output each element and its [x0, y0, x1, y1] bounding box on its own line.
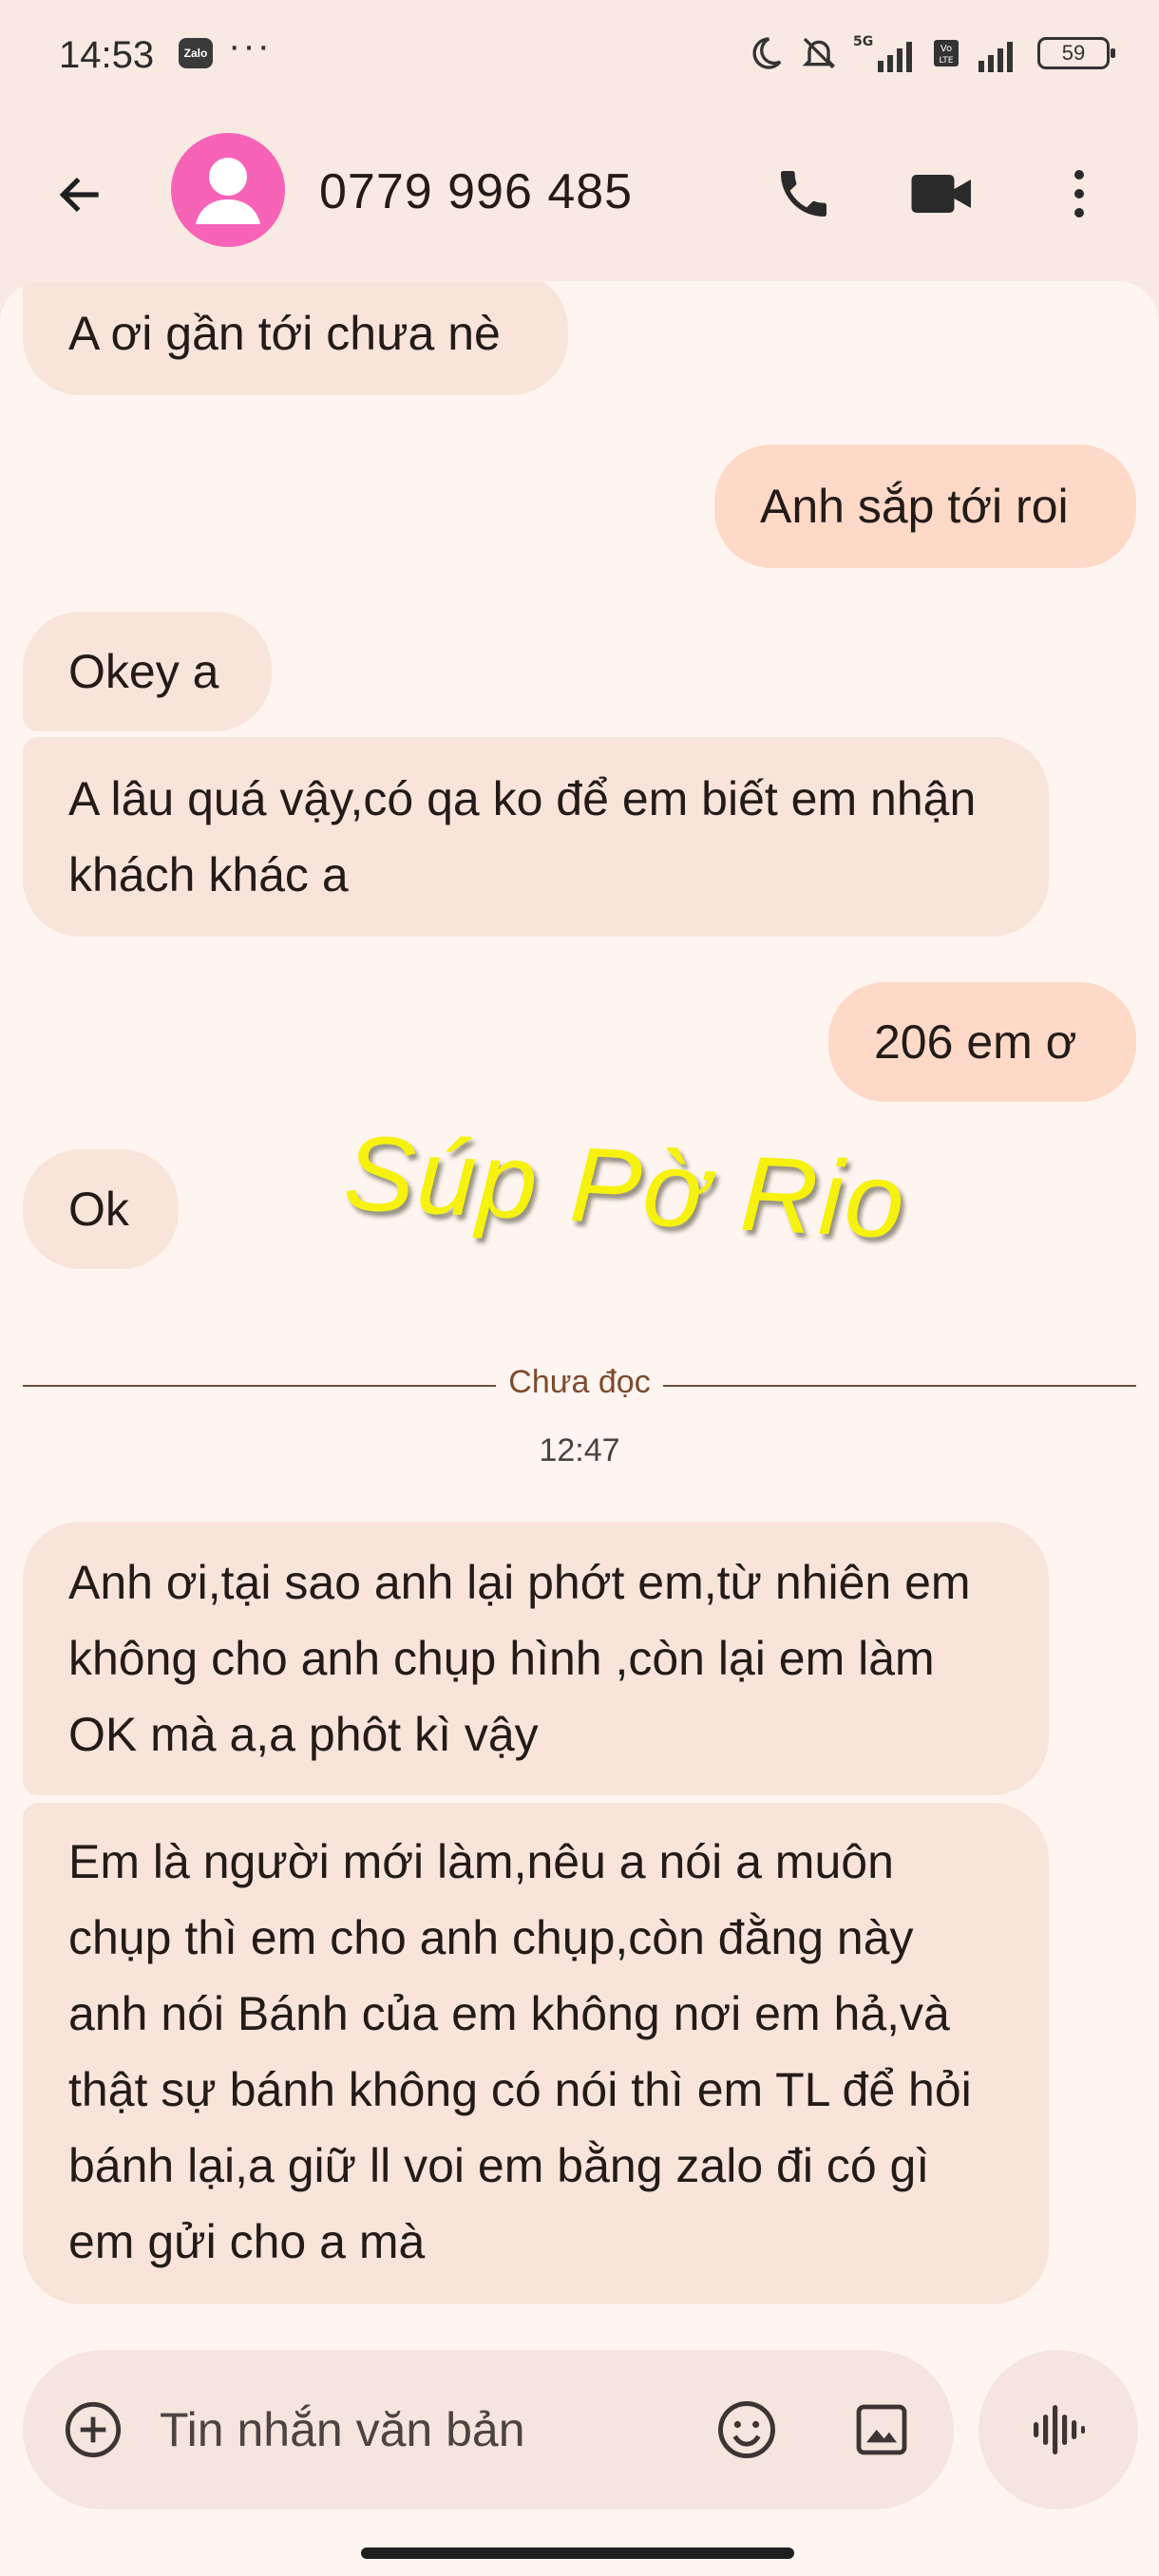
message-text: Anh sắp tới roi [760, 480, 1069, 533]
svg-text:5G: 5G [853, 34, 873, 49]
message-text: Okey a [68, 645, 219, 698]
message-input[interactable] [160, 2397, 692, 2462]
voice-waveform-icon [1034, 2405, 1085, 2454]
message-bubble-outgoing[interactable]: 206 em ơ [828, 982, 1136, 1102]
contact-name[interactable]: 0779 996 485 [319, 163, 633, 220]
video-call-button[interactable] [902, 158, 982, 230]
unread-divider-line [663, 1385, 1136, 1387]
zalo-notification-icon: Zalo [179, 38, 213, 68]
message-text: A lâu quá vậy,có qa ko để em biết em nhậ… [68, 772, 977, 901]
moon-icon [752, 37, 782, 69]
more-notifications-icon: ··· [228, 25, 272, 66]
status-bar: 14:53 Zalo ··· 5G Vo LTE 59 [0, 0, 1159, 114]
person-icon [196, 158, 260, 224]
volte-icon: Vo LTE [934, 40, 959, 66]
message-text: 206 em ơ [874, 1015, 1077, 1069]
message-composer [23, 2350, 954, 2510]
conversation-header: 0779 996 485 [0, 114, 1159, 266]
video-camera-icon [911, 175, 971, 213]
message-text: Em là người mới làm,nêu a nói a muôn chụ… [68, 1835, 972, 2268]
message-bubble-incoming[interactable]: Okey a [23, 612, 272, 731]
phone-icon [781, 171, 826, 217]
message-bubble-incoming[interactable]: Anh ơi,tại sao anh lại phớt em,từ nhiên … [23, 1522, 1049, 1795]
unread-divider-line [23, 1385, 496, 1387]
message-bubble-incoming[interactable]: A ơi gần tới chưa nè [23, 281, 568, 395]
messages-screen: 14:53 Zalo ··· 5G Vo LTE 59 0779 996 485… [0, 0, 1159, 2576]
avatar[interactable] [171, 133, 285, 247]
mute-icon [802, 37, 836, 69]
back-arrow-icon [59, 177, 99, 213]
message-bubble-incoming[interactable]: A lâu quá vậy,có qa ko để em biết em nhậ… [23, 737, 1049, 937]
more-options-button[interactable] [1045, 158, 1113, 230]
back-button[interactable] [48, 161, 114, 228]
emoji-icon [718, 2401, 775, 2458]
svg-text:Vo: Vo [940, 44, 952, 54]
call-button[interactable] [768, 158, 840, 230]
status-icons: 5G Vo LTE 59 [747, 32, 1115, 74]
signal-icon: 5G [853, 34, 912, 72]
attach-button[interactable] [61, 2397, 125, 2462]
message-bubble-outgoing[interactable]: Anh sắp tới roi [714, 445, 1136, 568]
message-text: Anh ơi,tại sao anh lại phớt em,từ nhiên … [68, 1556, 971, 1761]
unread-divider-label: Chưa đọc [508, 1364, 651, 1400]
add-circle-icon [65, 2401, 122, 2458]
signal-2-icon [978, 42, 1013, 72]
gallery-button[interactable] [847, 2396, 916, 2464]
status-time: 14:53 [59, 34, 155, 76]
emoji-button[interactable] [712, 2396, 781, 2464]
message-bubble-incoming[interactable]: Em là người mới làm,nêu a nói a muôn chụ… [23, 1803, 1049, 2304]
more-vertical-icon [1074, 170, 1084, 218]
battery-icon: 59 [1037, 37, 1115, 69]
message-text: A ơi gần tới chưa nè [68, 307, 501, 360]
message-text: Ok [68, 1183, 129, 1236]
message-timestamp: 12:47 [539, 1432, 620, 1468]
home-indicator[interactable] [361, 2548, 794, 2559]
svg-text:LTE: LTE [940, 56, 954, 66]
voice-message-button[interactable] [978, 2350, 1138, 2510]
message-bubble-incoming[interactable]: Ok [23, 1149, 179, 1269]
image-icon [856, 2404, 907, 2455]
